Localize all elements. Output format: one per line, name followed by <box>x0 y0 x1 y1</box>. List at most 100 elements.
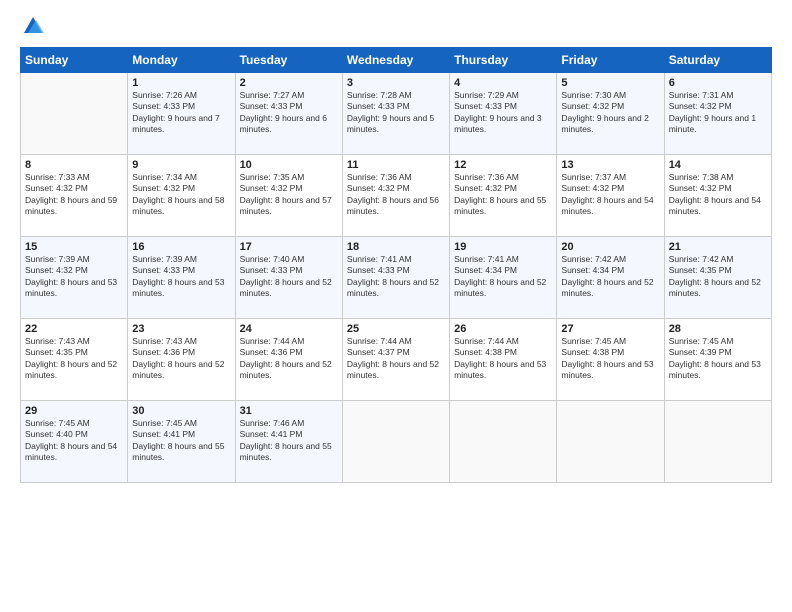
calendar-day-cell: 10Sunrise: 7:35 AMSunset: 4:32 PMDayligh… <box>235 155 342 237</box>
empty-cell <box>450 401 557 483</box>
day-info: Sunrise: 7:44 AMSunset: 4:38 PMDaylight:… <box>454 336 552 382</box>
column-header-friday: Friday <box>557 48 664 73</box>
calendar-day-cell: 25Sunrise: 7:44 AMSunset: 4:37 PMDayligh… <box>342 319 449 401</box>
day-number: 11 <box>347 159 445 171</box>
day-info: Sunrise: 7:29 AMSunset: 4:33 PMDaylight:… <box>454 90 552 136</box>
day-info: Sunrise: 7:30 AMSunset: 4:32 PMDaylight:… <box>561 90 659 136</box>
calendar-day-cell: 2Sunrise: 7:27 AMSunset: 4:33 PMDaylight… <box>235 73 342 155</box>
column-header-sunday: Sunday <box>21 48 128 73</box>
calendar-day-cell: 9Sunrise: 7:34 AMSunset: 4:32 PMDaylight… <box>128 155 235 237</box>
day-info: Sunrise: 7:36 AMSunset: 4:32 PMDaylight:… <box>347 172 445 218</box>
day-number: 18 <box>347 241 445 253</box>
day-number: 26 <box>454 323 552 335</box>
day-number: 4 <box>454 77 552 89</box>
calendar-day-cell: 5Sunrise: 7:30 AMSunset: 4:32 PMDaylight… <box>557 73 664 155</box>
empty-cell <box>557 401 664 483</box>
day-info: Sunrise: 7:31 AMSunset: 4:32 PMDaylight:… <box>669 90 767 136</box>
calendar-day-cell: 21Sunrise: 7:42 AMSunset: 4:35 PMDayligh… <box>664 237 771 319</box>
column-header-saturday: Saturday <box>664 48 771 73</box>
calendar-day-cell: 6Sunrise: 7:31 AMSunset: 4:32 PMDaylight… <box>664 73 771 155</box>
day-info: Sunrise: 7:45 AMSunset: 4:41 PMDaylight:… <box>132 418 230 464</box>
calendar-day-cell: 16Sunrise: 7:39 AMSunset: 4:33 PMDayligh… <box>128 237 235 319</box>
day-info: Sunrise: 7:36 AMSunset: 4:32 PMDaylight:… <box>454 172 552 218</box>
day-info: Sunrise: 7:26 AMSunset: 4:33 PMDaylight:… <box>132 90 230 136</box>
day-info: Sunrise: 7:33 AMSunset: 4:32 PMDaylight:… <box>25 172 123 218</box>
day-number: 27 <box>561 323 659 335</box>
day-info: Sunrise: 7:35 AMSunset: 4:32 PMDaylight:… <box>240 172 338 218</box>
day-number: 14 <box>669 159 767 171</box>
day-number: 30 <box>132 405 230 417</box>
column-header-monday: Monday <box>128 48 235 73</box>
day-number: 23 <box>132 323 230 335</box>
day-number: 24 <box>240 323 338 335</box>
calendar-day-cell: 1Sunrise: 7:26 AMSunset: 4:33 PMDaylight… <box>128 73 235 155</box>
day-info: Sunrise: 7:27 AMSunset: 4:33 PMDaylight:… <box>240 90 338 136</box>
day-number: 21 <box>669 241 767 253</box>
day-number: 13 <box>561 159 659 171</box>
calendar-day-cell: 26Sunrise: 7:44 AMSunset: 4:38 PMDayligh… <box>450 319 557 401</box>
calendar-day-cell: 11Sunrise: 7:36 AMSunset: 4:32 PMDayligh… <box>342 155 449 237</box>
calendar-day-cell: 30Sunrise: 7:45 AMSunset: 4:41 PMDayligh… <box>128 401 235 483</box>
calendar-day-cell: 27Sunrise: 7:45 AMSunset: 4:38 PMDayligh… <box>557 319 664 401</box>
day-number: 1 <box>132 77 230 89</box>
day-info: Sunrise: 7:42 AMSunset: 4:35 PMDaylight:… <box>669 254 767 300</box>
day-number: 28 <box>669 323 767 335</box>
calendar-day-cell: 28Sunrise: 7:45 AMSunset: 4:39 PMDayligh… <box>664 319 771 401</box>
calendar-day-cell: 31Sunrise: 7:46 AMSunset: 4:41 PMDayligh… <box>235 401 342 483</box>
calendar-day-cell: 8Sunrise: 7:33 AMSunset: 4:32 PMDaylight… <box>21 155 128 237</box>
day-info: Sunrise: 7:38 AMSunset: 4:32 PMDaylight:… <box>669 172 767 218</box>
day-info: Sunrise: 7:44 AMSunset: 4:36 PMDaylight:… <box>240 336 338 382</box>
calendar-day-cell: 18Sunrise: 7:41 AMSunset: 4:33 PMDayligh… <box>342 237 449 319</box>
header <box>20 15 772 37</box>
logo <box>20 15 44 37</box>
calendar-day-cell: 4Sunrise: 7:29 AMSunset: 4:33 PMDaylight… <box>450 73 557 155</box>
day-info: Sunrise: 7:42 AMSunset: 4:34 PMDaylight:… <box>561 254 659 300</box>
day-number: 8 <box>25 159 123 171</box>
empty-cell <box>342 401 449 483</box>
calendar-day-cell: 3Sunrise: 7:28 AMSunset: 4:33 PMDaylight… <box>342 73 449 155</box>
day-info: Sunrise: 7:40 AMSunset: 4:33 PMDaylight:… <box>240 254 338 300</box>
day-number: 25 <box>347 323 445 335</box>
day-info: Sunrise: 7:44 AMSunset: 4:37 PMDaylight:… <box>347 336 445 382</box>
day-info: Sunrise: 7:41 AMSunset: 4:34 PMDaylight:… <box>454 254 552 300</box>
calendar-day-cell: 15Sunrise: 7:39 AMSunset: 4:32 PMDayligh… <box>21 237 128 319</box>
day-info: Sunrise: 7:45 AMSunset: 4:40 PMDaylight:… <box>25 418 123 464</box>
page: SundayMondayTuesdayWednesdayThursdayFrid… <box>0 0 792 612</box>
day-number: 2 <box>240 77 338 89</box>
empty-cell <box>21 73 128 155</box>
day-number: 3 <box>347 77 445 89</box>
calendar-week-row: 29Sunrise: 7:45 AMSunset: 4:40 PMDayligh… <box>21 401 772 483</box>
empty-cell <box>664 401 771 483</box>
calendar-week-row: 15Sunrise: 7:39 AMSunset: 4:32 PMDayligh… <box>21 237 772 319</box>
day-number: 5 <box>561 77 659 89</box>
day-info: Sunrise: 7:34 AMSunset: 4:32 PMDaylight:… <box>132 172 230 218</box>
logo-icon <box>22 15 44 37</box>
day-info: Sunrise: 7:46 AMSunset: 4:41 PMDaylight:… <box>240 418 338 464</box>
column-header-tuesday: Tuesday <box>235 48 342 73</box>
day-number: 17 <box>240 241 338 253</box>
calendar-header-row: SundayMondayTuesdayWednesdayThursdayFrid… <box>21 48 772 73</box>
calendar-table: SundayMondayTuesdayWednesdayThursdayFrid… <box>20 47 772 483</box>
day-info: Sunrise: 7:28 AMSunset: 4:33 PMDaylight:… <box>347 90 445 136</box>
column-header-thursday: Thursday <box>450 48 557 73</box>
calendar-day-cell: 19Sunrise: 7:41 AMSunset: 4:34 PMDayligh… <box>450 237 557 319</box>
calendar-day-cell: 13Sunrise: 7:37 AMSunset: 4:32 PMDayligh… <box>557 155 664 237</box>
column-header-wednesday: Wednesday <box>342 48 449 73</box>
calendar-day-cell: 22Sunrise: 7:43 AMSunset: 4:35 PMDayligh… <box>21 319 128 401</box>
day-info: Sunrise: 7:43 AMSunset: 4:36 PMDaylight:… <box>132 336 230 382</box>
calendar-day-cell: 20Sunrise: 7:42 AMSunset: 4:34 PMDayligh… <box>557 237 664 319</box>
calendar-day-cell: 14Sunrise: 7:38 AMSunset: 4:32 PMDayligh… <box>664 155 771 237</box>
calendar-day-cell: 29Sunrise: 7:45 AMSunset: 4:40 PMDayligh… <box>21 401 128 483</box>
day-info: Sunrise: 7:43 AMSunset: 4:35 PMDaylight:… <box>25 336 123 382</box>
day-info: Sunrise: 7:37 AMSunset: 4:32 PMDaylight:… <box>561 172 659 218</box>
day-info: Sunrise: 7:45 AMSunset: 4:38 PMDaylight:… <box>561 336 659 382</box>
day-number: 15 <box>25 241 123 253</box>
calendar-week-row: 22Sunrise: 7:43 AMSunset: 4:35 PMDayligh… <box>21 319 772 401</box>
day-number: 29 <box>25 405 123 417</box>
day-info: Sunrise: 7:45 AMSunset: 4:39 PMDaylight:… <box>669 336 767 382</box>
calendar-day-cell: 23Sunrise: 7:43 AMSunset: 4:36 PMDayligh… <box>128 319 235 401</box>
day-number: 6 <box>669 77 767 89</box>
day-info: Sunrise: 7:39 AMSunset: 4:32 PMDaylight:… <box>25 254 123 300</box>
calendar-day-cell: 17Sunrise: 7:40 AMSunset: 4:33 PMDayligh… <box>235 237 342 319</box>
day-info: Sunrise: 7:41 AMSunset: 4:33 PMDaylight:… <box>347 254 445 300</box>
